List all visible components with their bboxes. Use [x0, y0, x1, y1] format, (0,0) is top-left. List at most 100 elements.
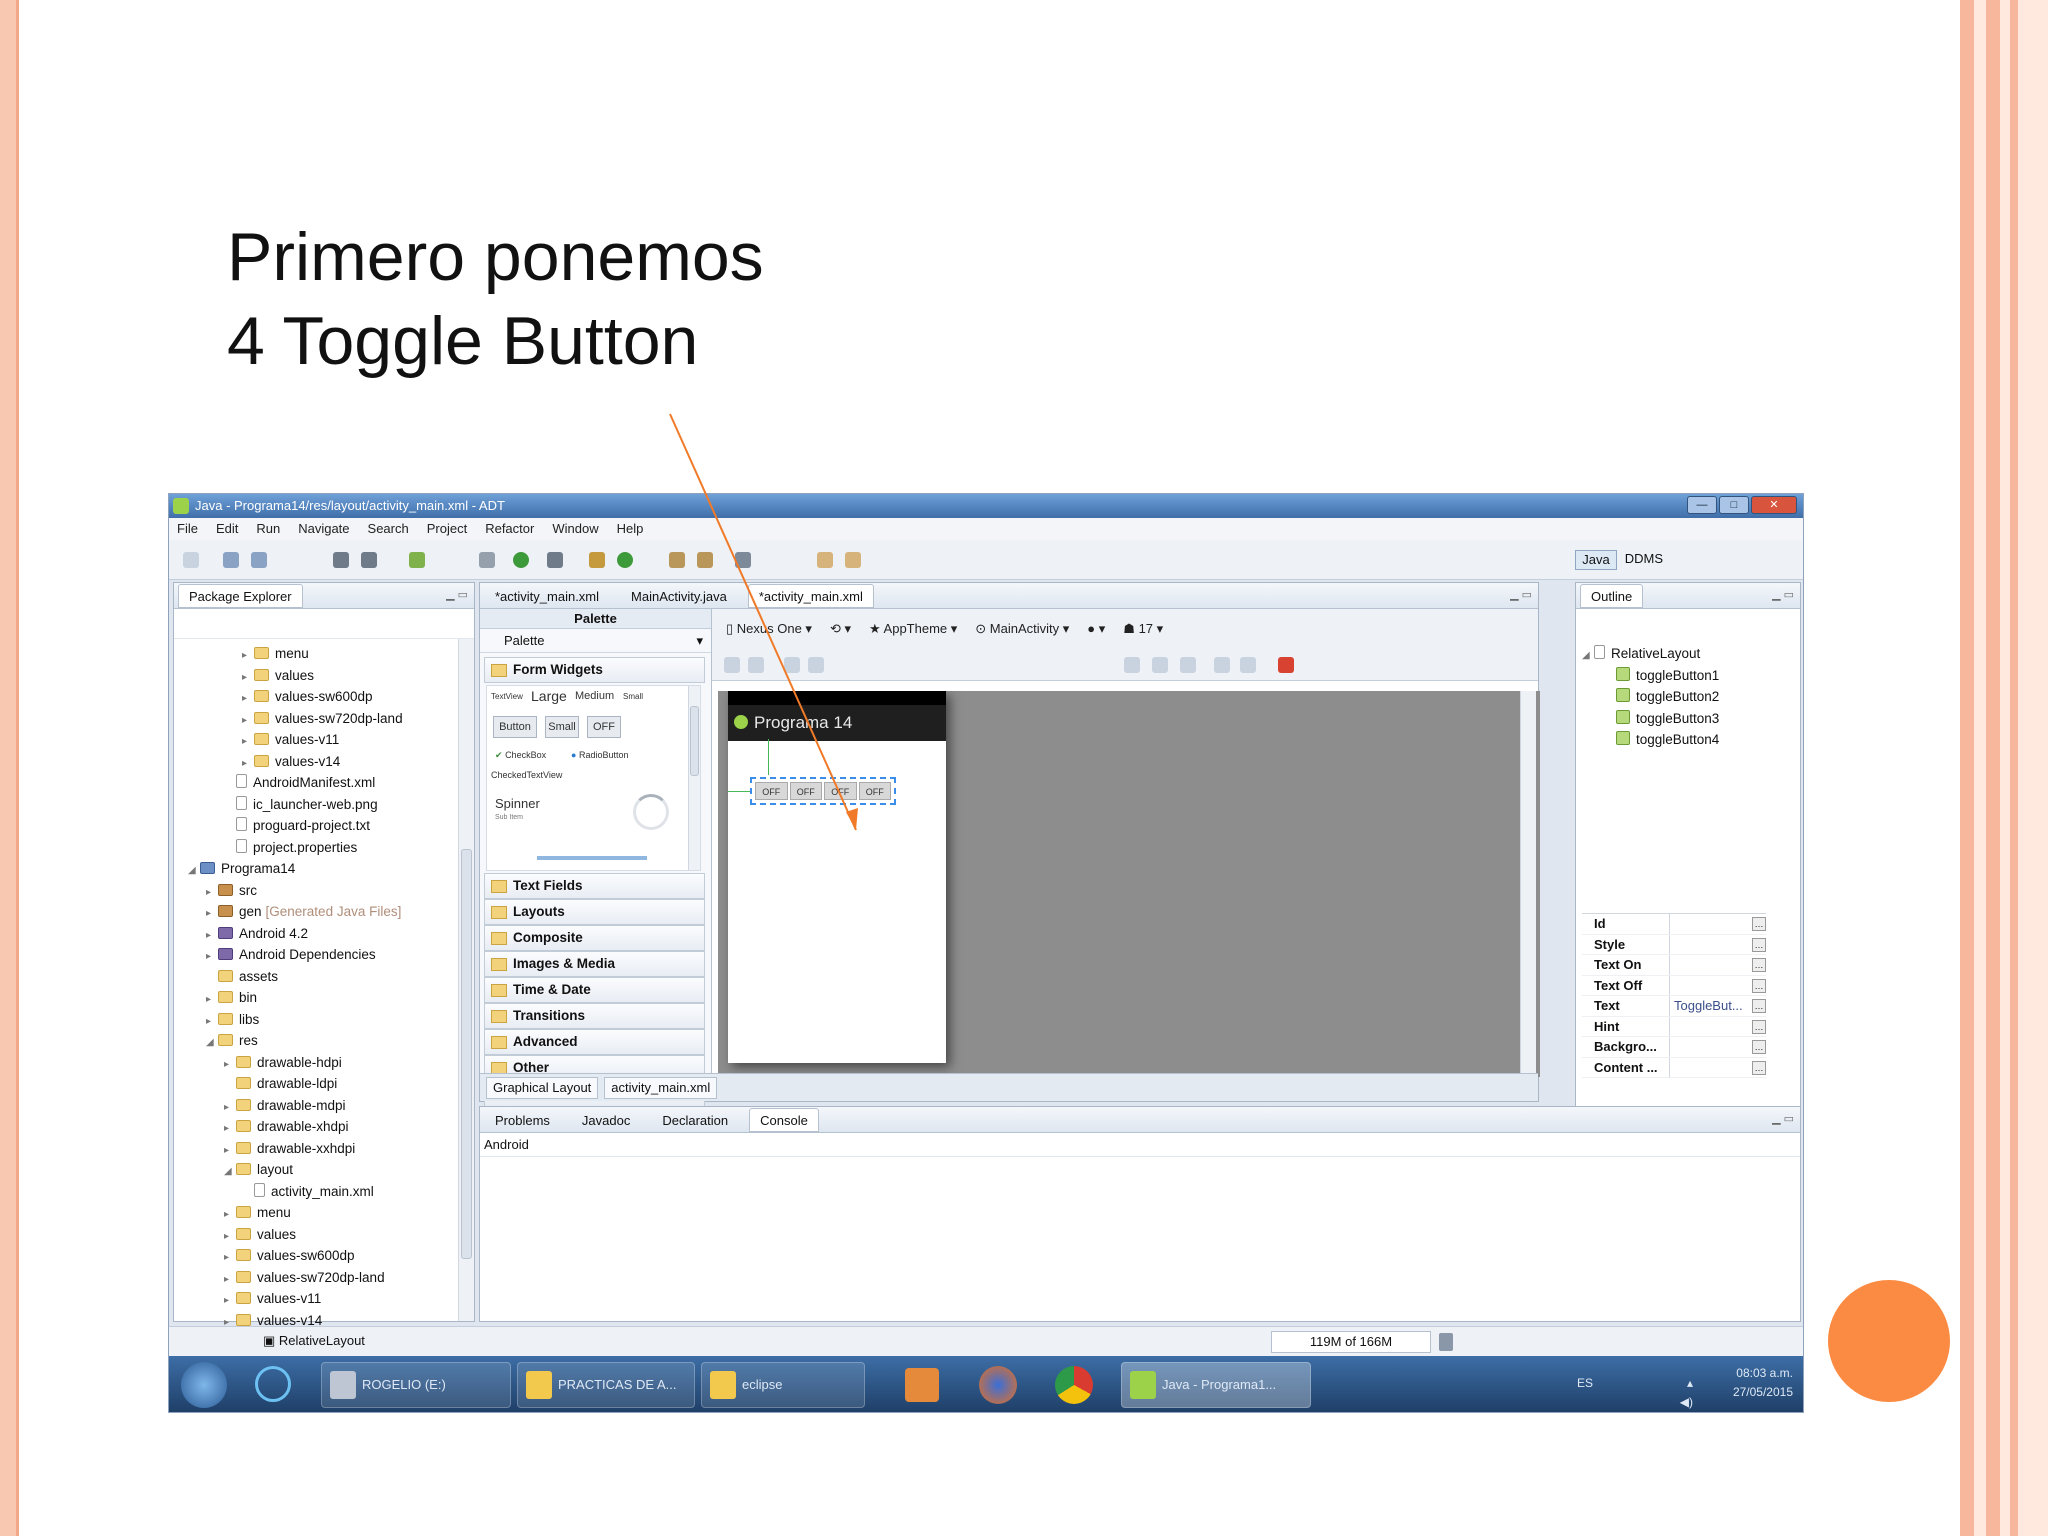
outline-item[interactable]: toggleButton3 — [1576, 708, 1800, 730]
expand-twisty-icon[interactable]: ▸ — [242, 710, 254, 732]
package-tree-item[interactable]: ▸ values-v11 — [174, 729, 474, 751]
package-tree-item[interactable]: ▸ drawable-hdpi — [174, 1052, 474, 1074]
property-browse-icon[interactable]: … — [1752, 958, 1766, 972]
open-task-icon[interactable] — [697, 552, 713, 568]
property-value[interactable] — [1670, 1037, 1752, 1057]
expand-twisty-icon[interactable]: ▸ — [224, 1226, 236, 1248]
java-perspective-button[interactable]: Java — [1575, 550, 1617, 570]
property-row[interactable]: Text On… — [1582, 955, 1766, 976]
package-tree-item[interactable]: ▸ menu — [174, 1202, 474, 1224]
palette-section[interactable]: Time & Date — [484, 977, 705, 1003]
widget-small-button[interactable]: Small — [545, 716, 579, 738]
package-tree-item[interactable]: ▸ values-sw720dp-land — [174, 1267, 474, 1289]
open-type-icon[interactable] — [669, 552, 685, 568]
property-value[interactable] — [1670, 1058, 1752, 1078]
error-marker-icon[interactable] — [1278, 657, 1294, 673]
package-tree-item[interactable]: ◢ layout — [174, 1159, 474, 1181]
menu-refactor[interactable]: Refactor — [485, 518, 534, 540]
media-player-icon[interactable] — [905, 1368, 939, 1402]
save-all-icon[interactable] — [251, 552, 267, 568]
palette-section[interactable]: Text Fields — [484, 873, 705, 899]
package-tree-item[interactable]: project.properties — [174, 837, 474, 859]
widget-medium-text[interactable]: Medium — [575, 690, 614, 702]
layout-canvas[interactable]: Programa 14 OFF OFF OFF OFF — [718, 691, 1540, 1077]
menu-search[interactable]: Search — [368, 518, 409, 540]
avd-manager-icon[interactable] — [361, 552, 377, 568]
layout-width-icon[interactable] — [784, 657, 800, 673]
package-tree-item[interactable]: assets — [174, 966, 474, 988]
outline-root[interactable]: ◢ RelativeLayout — [1576, 643, 1800, 665]
editor-tab-activity-main-2[interactable]: *activity_main.xml — [747, 583, 874, 608]
package-tree-item[interactable]: AndroidManifest.xml — [174, 772, 474, 794]
package-tree-item[interactable]: ic_launcher-web.png — [174, 794, 474, 816]
zoom-real-size-icon[interactable] — [1124, 657, 1140, 673]
package-tree-item[interactable]: ▸ drawable-mdpi — [174, 1095, 474, 1117]
package-tree-item[interactable]: ▸ values-sw600dp — [174, 1245, 474, 1267]
forward-icon[interactable] — [845, 552, 861, 568]
expand-twisty-icon[interactable]: ▸ — [206, 989, 218, 1011]
sdk-manager-icon[interactable] — [333, 552, 349, 568]
property-browse-icon[interactable]: … — [1752, 1040, 1766, 1054]
widget-spinner[interactable]: Spinner — [495, 796, 540, 811]
widget-radiobutton[interactable]: ● RadioButton — [571, 750, 629, 760]
expand-twisty-icon[interactable]: ▸ — [206, 925, 218, 947]
zoom-fit-icon[interactable] — [1152, 657, 1168, 673]
property-value[interactable] — [1670, 1017, 1752, 1037]
expand-twisty-icon[interactable]: ▸ — [224, 1054, 236, 1076]
layout-height-icon[interactable] — [808, 657, 824, 673]
search-icon[interactable] — [735, 552, 751, 568]
package-tree-item[interactable]: ▸ values — [174, 665, 474, 687]
widget-checkedtextview[interactable]: CheckedTextView — [491, 770, 562, 780]
property-row[interactable]: Text Off… — [1582, 975, 1766, 996]
config-theme[interactable]: ★ AppTheme ▾ — [869, 621, 957, 637]
close-button[interactable]: ✕ — [1751, 496, 1797, 514]
expand-twisty-icon[interactable]: ▸ — [224, 1290, 236, 1312]
scrollbar-thumb[interactable] — [690, 706, 699, 776]
menu-file[interactable]: File — [177, 518, 198, 540]
clock-time[interactable]: 08:03 a.m. — [1733, 1364, 1793, 1383]
property-value[interactable] — [1670, 976, 1752, 996]
taskbar-item-adt[interactable]: Java - Programa1... — [1121, 1362, 1311, 1408]
view-minmax-icon[interactable]: ▁ ▭ — [1772, 1112, 1794, 1125]
fit-height-icon[interactable] — [748, 657, 764, 673]
toggle-button-2[interactable]: OFF — [789, 782, 822, 800]
outline-tab[interactable]: Outline — [1580, 583, 1644, 608]
view-minmax-icon[interactable]: ▁ ▭ — [1510, 588, 1532, 601]
taskbar-item-practicas[interactable]: PRACTICAS DE A... — [517, 1362, 695, 1408]
widget-textview[interactable]: TextView — [491, 692, 523, 701]
widgets-scrollbar[interactable] — [688, 686, 700, 870]
property-browse-icon[interactable]: … — [1752, 999, 1766, 1013]
declaration-tab[interactable]: Declaration — [651, 1108, 739, 1132]
lint-icon[interactable] — [409, 552, 425, 568]
package-tree-item[interactable]: ▸ Android Dependencies — [174, 944, 474, 966]
ddms-perspective-button[interactable]: DDMS — [1625, 550, 1663, 570]
package-explorer-tab[interactable]: Package Explorer — [178, 583, 303, 608]
package-explorer-scrollbar[interactable] — [458, 639, 474, 1321]
property-browse-icon[interactable]: … — [1752, 937, 1766, 952]
palette-section[interactable]: Advanced — [484, 1029, 705, 1055]
widget-toggle-button[interactable]: OFF — [587, 716, 621, 738]
expand-twisty-icon[interactable]: ▸ — [224, 1247, 236, 1269]
expand-twisty-icon[interactable]: ▸ — [242, 688, 254, 710]
editor-tab-mainactivity[interactable]: MainActivity.java — [620, 584, 738, 608]
outline-item[interactable]: toggleButton1 — [1576, 665, 1800, 687]
config-api-level[interactable]: ☗ 17 ▾ — [1123, 621, 1163, 637]
toggle-button-1[interactable]: OFF — [755, 782, 788, 800]
expand-twisty-icon[interactable]: ▸ — [224, 1118, 236, 1140]
problems-tab[interactable]: Problems — [484, 1108, 561, 1132]
zoom-out-icon[interactable] — [1214, 657, 1230, 673]
console-tab[interactable]: Console — [749, 1107, 819, 1132]
heap-status[interactable]: 119M of 166M — [1271, 1331, 1431, 1353]
back-icon[interactable] — [817, 552, 833, 568]
package-tree-item[interactable]: ▸ values-v11 — [174, 1288, 474, 1310]
property-browse-icon[interactable]: … — [1752, 1060, 1766, 1075]
toggle-buttons-selection[interactable]: OFF OFF OFF OFF — [750, 777, 896, 805]
minimize-button[interactable]: — — [1687, 496, 1717, 514]
view-minmax-icon[interactable]: ▁ ▭ — [1772, 588, 1794, 601]
property-row[interactable]: Id… — [1582, 914, 1766, 935]
taskbar-item-drive[interactable]: ROGELIO (E:) — [321, 1362, 511, 1408]
garbage-collect-icon[interactable] — [1439, 1333, 1453, 1351]
expand-twisty-icon[interactable]: ▸ — [224, 1204, 236, 1226]
expand-twisty-icon[interactable]: ▸ — [242, 667, 254, 689]
expand-twisty-icon[interactable]: ▸ — [206, 946, 218, 968]
